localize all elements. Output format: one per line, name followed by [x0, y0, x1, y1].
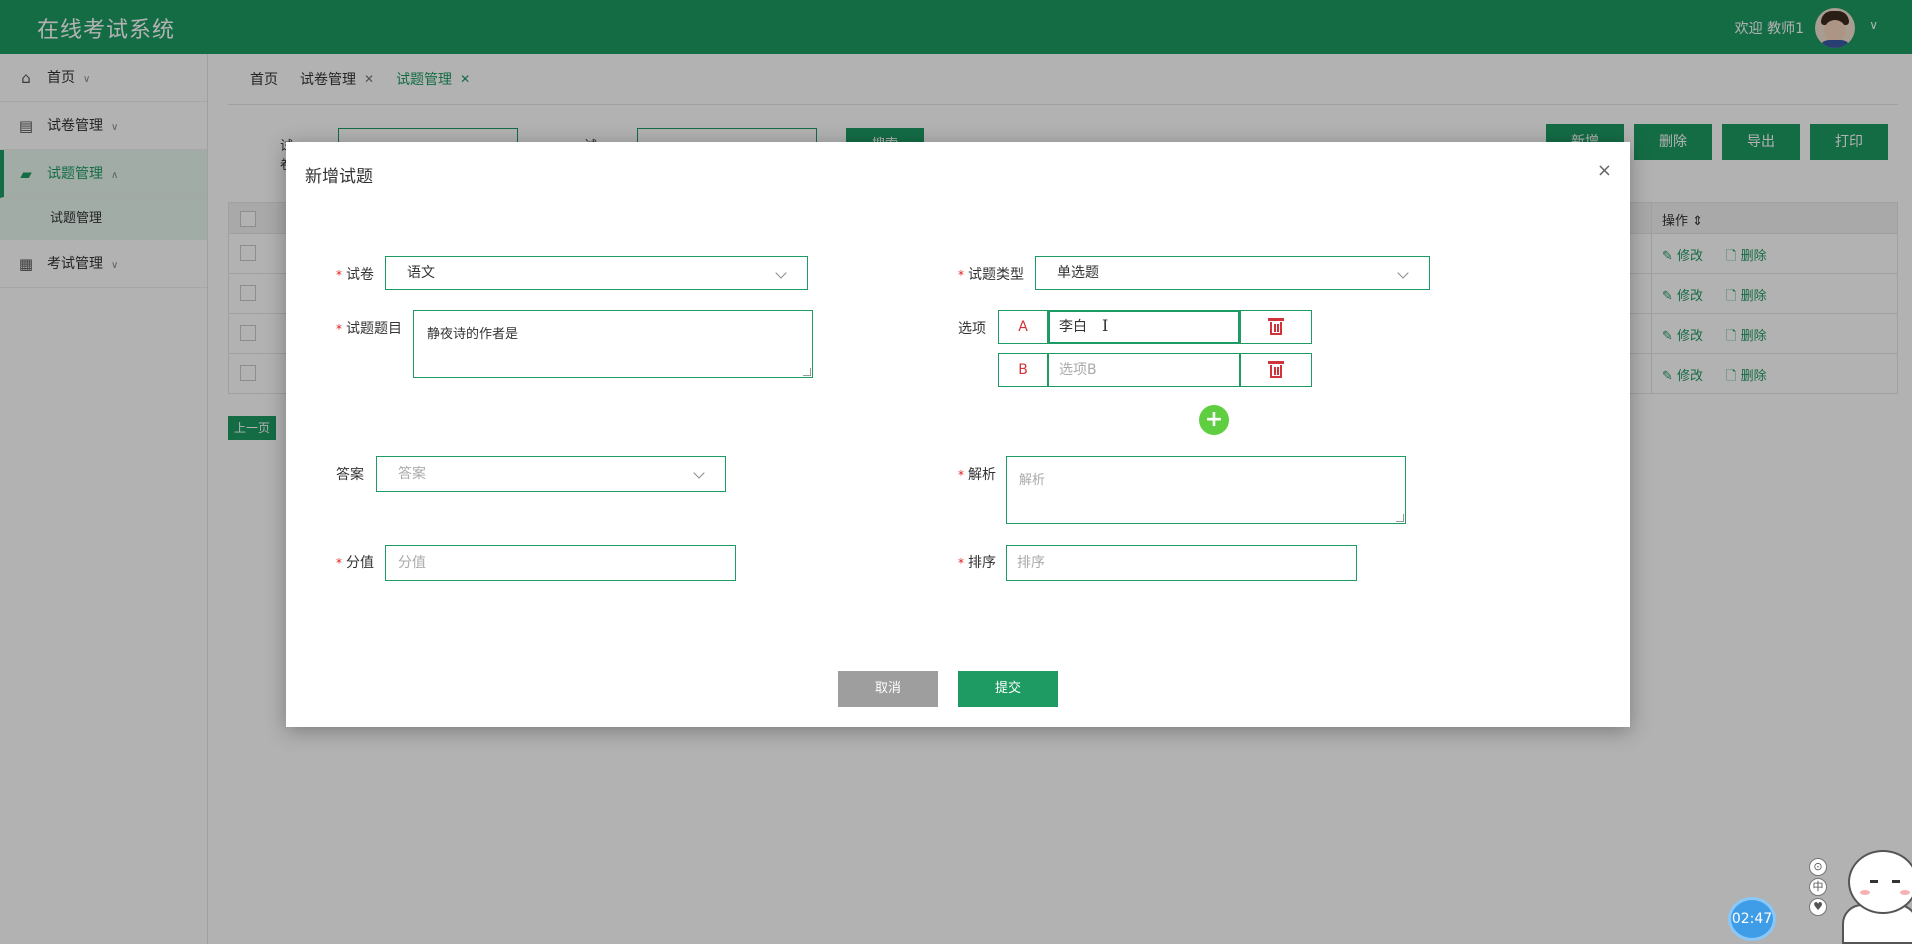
add-question-dialog: 新增试题 × * 试卷 语文 * 试题类型 单选题 * 试题题目 静夜诗的作者是 选项… — [286, 142, 1630, 727]
cancel-button[interactable]: 取消 — [838, 671, 938, 707]
heart-icon[interactable]: ♥ — [1809, 898, 1827, 916]
submit-button[interactable]: 提交 — [958, 671, 1058, 707]
paper-select[interactable]: 语文 — [385, 256, 808, 290]
order-input[interactable]: 排序 — [1006, 545, 1357, 581]
dialog-title: 新增试题 — [305, 167, 373, 187]
question-textarea[interactable]: 静夜诗的作者是 — [413, 310, 813, 378]
chinese-input-icon[interactable]: 中 — [1809, 878, 1827, 896]
option-a-value: 李白 — [1059, 319, 1087, 335]
question-text-value: 静夜诗的作者是 — [427, 327, 519, 342]
option-a-delete-button[interactable] — [1240, 310, 1312, 344]
option-b-placeholder: 选项B — [1059, 362, 1097, 378]
question-type-select[interactable]: 单选题 — [1035, 256, 1430, 290]
option-a-input[interactable]: 李白 — [1048, 310, 1240, 344]
score-placeholder: 分值 — [398, 555, 426, 571]
trash-icon — [1268, 361, 1284, 379]
option-b-input[interactable]: 选项B — [1048, 353, 1240, 387]
mascot-image[interactable] — [1838, 842, 1912, 944]
option-b-letter: B — [998, 353, 1048, 387]
option-b-delete-button[interactable] — [1240, 353, 1312, 387]
score-label: * 分值 — [336, 555, 374, 571]
analysis-placeholder: 解析 — [1019, 473, 1046, 488]
close-icon[interactable]: × — [1597, 160, 1612, 181]
options-label: 选项 — [958, 321, 986, 337]
resize-handle[interactable] — [803, 368, 811, 376]
add-option-button[interactable]: + — [1199, 405, 1229, 435]
option-a-letter: A — [998, 310, 1048, 344]
question-type-value: 单选题 — [1057, 265, 1099, 281]
trash-icon — [1268, 318, 1284, 336]
mascot-head — [1848, 850, 1912, 914]
circle-icon[interactable]: ⊙ — [1809, 858, 1827, 876]
analysis-textarea[interactable]: 解析 — [1006, 456, 1406, 524]
resize-handle[interactable] — [1396, 514, 1404, 522]
order-label: * 排序 — [958, 555, 996, 571]
paper-label: * 试卷 — [336, 267, 374, 283]
answer-label: 答案 — [336, 467, 364, 483]
question-type-label: * 试题类型 — [958, 267, 1024, 283]
order-placeholder: 排序 — [1017, 555, 1045, 571]
timer-badge[interactable]: 02:47 — [1728, 897, 1776, 941]
paper-select-value: 语文 — [407, 265, 435, 281]
analysis-label: * 解析 — [958, 467, 996, 483]
answer-select[interactable]: 答案 — [376, 456, 726, 492]
answer-placeholder: 答案 — [398, 466, 426, 482]
score-input[interactable]: 分值 — [385, 545, 736, 581]
text-cursor-icon: I — [1102, 316, 1109, 335]
question-text-label: * 试题题目 — [336, 321, 402, 337]
